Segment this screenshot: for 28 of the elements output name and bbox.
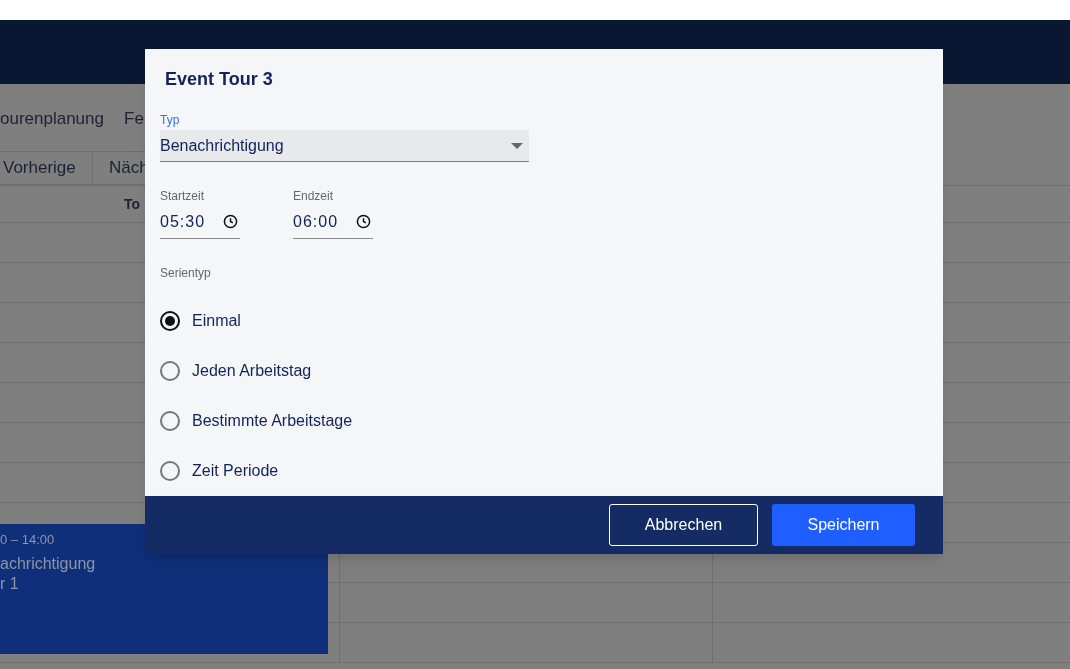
radio-button[interactable] — [160, 311, 180, 331]
nav-link[interactable]: ourenplanung — [0, 106, 114, 132]
nav-link[interactable]: Fe — [124, 106, 144, 132]
dialog-title: Event Tour 3 — [165, 68, 274, 91]
dropdown-caret-icon — [511, 142, 523, 149]
field-label: Startzeit — [160, 188, 205, 205]
radio-label[interactable]: Zeit Periode — [192, 459, 279, 483]
radio-button[interactable] — [160, 411, 180, 431]
field-label: Typ — [160, 112, 181, 129]
column-header: To — [124, 194, 141, 214]
radio-button[interactable] — [160, 461, 180, 481]
radio-label[interactable]: Jeden Arbeitstag — [192, 359, 312, 383]
section-label: Serientyp — [160, 265, 212, 282]
event-title: achrichtigung — [0, 553, 97, 574]
nav-button[interactable]: Vorherige — [0, 151, 93, 185]
radio-label[interactable]: Einmal — [192, 309, 241, 333]
cancel-button[interactable]: Abbrechen — [609, 504, 758, 546]
event-time: 0 – 14:00 — [0, 531, 56, 549]
event-subtitle: r 1 — [0, 573, 20, 594]
time-field[interactable]: 06:00 — [293, 205, 373, 239]
type-select[interactable]: Benachrichtigung — [160, 130, 529, 162]
clock-icon — [223, 214, 238, 229]
radio-button[interactable] — [160, 361, 180, 381]
field-label: Endzeit — [293, 188, 335, 205]
save-button[interactable]: Speichern — [772, 504, 915, 546]
time-field[interactable]: 05:30 — [160, 205, 240, 239]
radio-label[interactable]: Bestimmte Arbeitstage — [192, 409, 353, 433]
clock-icon — [356, 214, 371, 229]
